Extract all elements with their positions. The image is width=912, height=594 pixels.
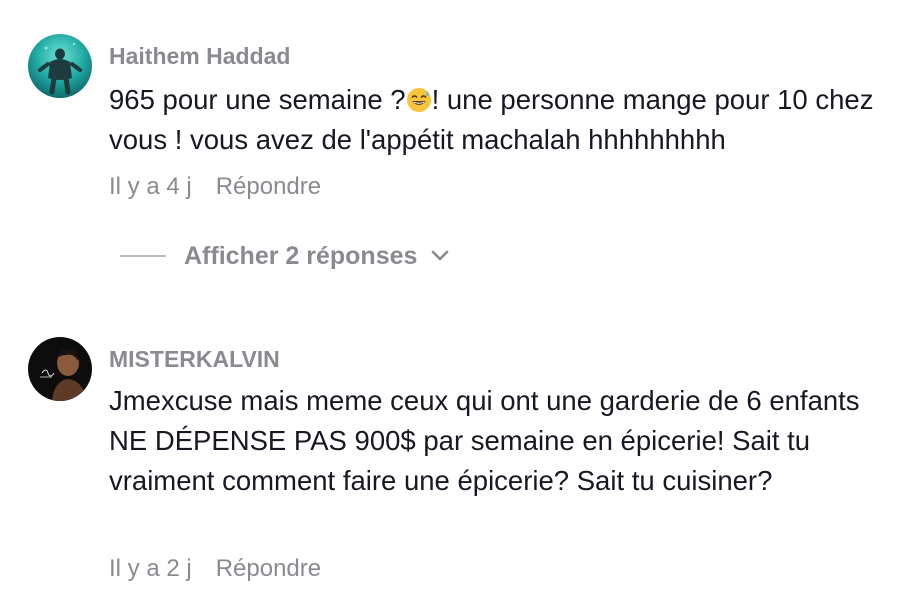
avatar[interactable] <box>28 337 92 401</box>
underwater-diver-avatar-image <box>28 34 92 98</box>
reply-button[interactable]: Répondre <box>216 555 321 582</box>
grinning-sweat-emoji-icon <box>406 88 431 112</box>
show-replies-button[interactable]: Afficher 2 réponses <box>120 240 449 272</box>
reply-button[interactable]: Répondre <box>216 173 321 200</box>
comment-text-part: 965 pour une semaine ? <box>109 84 406 115</box>
show-replies-label: Afficher 2 réponses <box>184 241 418 270</box>
portrait-avatar-image <box>28 337 92 401</box>
comment-author[interactable]: MISTERKALVIN <box>109 346 280 373</box>
avatar[interactable] <box>28 34 92 98</box>
comment-meta: Il y a 4 j Répondre <box>109 173 321 201</box>
comment-timestamp: Il y a 2 j <box>109 555 192 582</box>
comment-meta: Il y a 2 j Répondre <box>109 555 321 583</box>
comment-timestamp: Il y a 4 j <box>109 173 192 200</box>
comment-text: Jmexcuse mais meme ceux qui ont une gard… <box>109 385 860 496</box>
comment-author[interactable]: Haithem Haddad <box>109 43 290 70</box>
replies-divider <box>120 255 166 257</box>
chevron-down-icon <box>432 250 449 261</box>
comment-text: 965 pour une semaine ?! une personne man… <box>109 80 899 160</box>
